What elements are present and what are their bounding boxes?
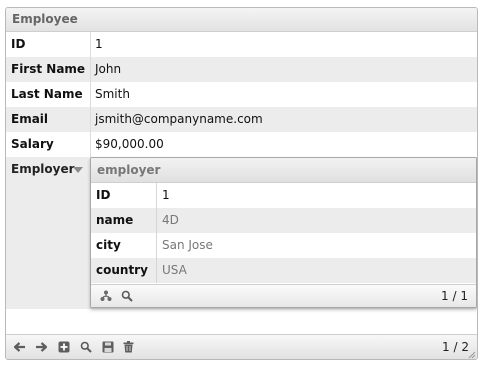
column-divider	[156, 233, 157, 258]
employer-label-name: name	[96, 213, 134, 227]
column-divider	[90, 132, 91, 157]
trash-icon[interactable]	[123, 341, 134, 353]
employer-subform: employer ID 1 name 4D city San Jose coun…	[90, 157, 477, 308]
field-value-first-name[interactable]: John	[95, 57, 121, 82]
employer-field-row-name[interactable]: name 4D	[91, 208, 476, 233]
arrow-left-icon[interactable]	[13, 341, 26, 353]
employee-panel: Employee ID 1 First Name John Last Name …	[5, 7, 478, 360]
employer-field-row-id[interactable]: ID 1	[91, 183, 476, 208]
employer-value-city[interactable]: San Jose	[162, 233, 213, 258]
column-divider	[156, 258, 157, 283]
search-icon[interactable]	[80, 341, 92, 353]
employer-field-row-city[interactable]: city San Jose	[91, 233, 476, 258]
resize-grip-icon[interactable]	[466, 348, 476, 359]
employer-value-country[interactable]: USA	[162, 258, 187, 283]
employer-value-id[interactable]: 1	[162, 183, 170, 208]
field-value-id[interactable]: 1	[95, 32, 103, 57]
column-divider	[156, 208, 157, 233]
subform-pager: 1 / 1	[441, 289, 468, 303]
arrow-right-icon[interactable]	[35, 341, 48, 353]
field-row-employer: Employer employer ID 1 name 4D city San …	[6, 157, 477, 309]
subform-title: employer	[91, 158, 476, 183]
field-label-id: ID	[11, 37, 26, 51]
search-icon[interactable]	[121, 290, 133, 302]
employer-value-name[interactable]: 4D	[162, 208, 179, 233]
field-label-employer: Employer	[11, 162, 75, 176]
employer-field-row-country[interactable]: country USA	[91, 258, 476, 283]
expand-arrow-icon[interactable]	[73, 167, 83, 173]
employer-label-id: ID	[96, 188, 111, 202]
employer-label-country: country	[96, 263, 148, 277]
subform-toolbar: 1 / 1	[91, 284, 476, 307]
employer-label-city: city	[96, 238, 121, 252]
column-divider	[90, 82, 91, 107]
field-label-first-name: First Name	[11, 62, 86, 76]
save-icon[interactable]	[102, 341, 114, 353]
column-divider	[90, 57, 91, 82]
field-value-email[interactable]: jsmith@companyname.com	[95, 107, 263, 132]
field-row-salary[interactable]: Salary $90,000.00	[6, 132, 477, 157]
column-divider	[90, 32, 91, 57]
field-value-last-name[interactable]: Smith	[95, 82, 130, 107]
form-pager: 1 / 2	[442, 340, 469, 354]
column-divider	[90, 107, 91, 132]
field-row-last-name[interactable]: Last Name Smith	[6, 82, 477, 107]
add-record-icon[interactable]	[58, 341, 70, 353]
field-row-first-name[interactable]: First Name John	[6, 57, 477, 82]
relation-tree-icon[interactable]	[100, 290, 112, 302]
form-toolbar: 1 / 2	[6, 334, 477, 359]
empty-area	[6, 309, 477, 336]
field-row-id[interactable]: ID 1	[6, 32, 477, 57]
field-label-salary: Salary	[11, 137, 54, 151]
field-label-last-name: Last Name	[11, 87, 83, 101]
field-label-email: Email	[11, 112, 49, 126]
field-row-email[interactable]: Email jsmith@companyname.com	[6, 107, 477, 132]
field-value-salary[interactable]: $90,000.00	[95, 132, 164, 157]
panel-title: Employee	[6, 8, 477, 32]
column-divider	[156, 183, 157, 208]
